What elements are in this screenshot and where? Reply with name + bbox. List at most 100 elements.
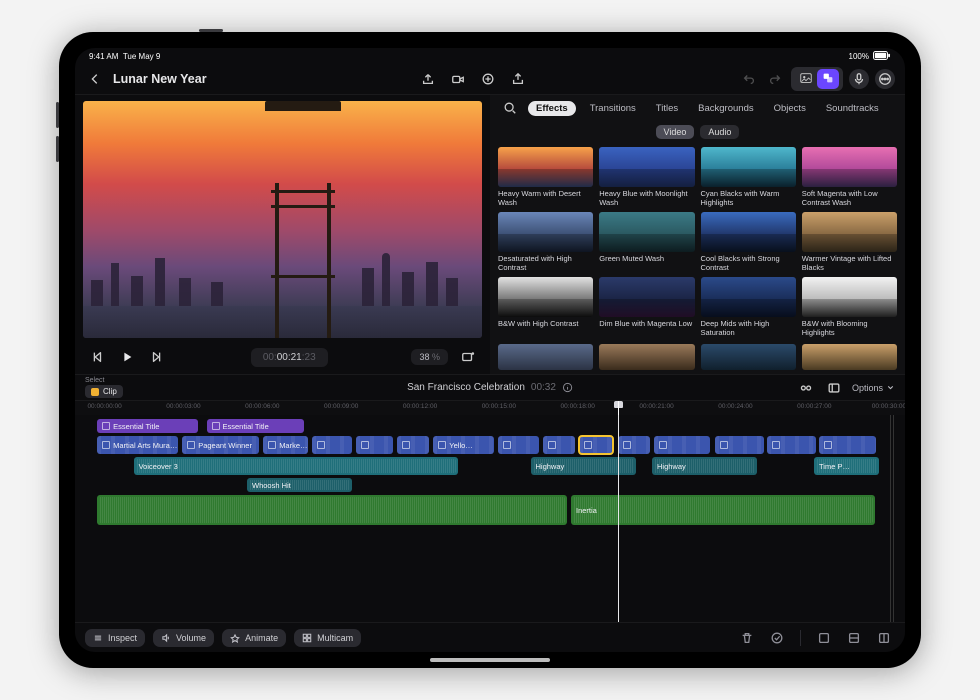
timeline-clip[interactable] xyxy=(715,436,764,454)
browser-mode-toggle[interactable] xyxy=(791,67,843,91)
layout-1-icon[interactable] xyxy=(813,627,835,649)
project-title: Lunar New Year xyxy=(113,72,207,86)
trash-icon[interactable] xyxy=(736,627,758,649)
magnetic-icon[interactable] xyxy=(796,378,816,398)
effect-thumb[interactable]: Green Muted Wash xyxy=(599,212,694,273)
layout-2-icon[interactable] xyxy=(843,627,865,649)
prev-frame-button[interactable] xyxy=(87,347,107,367)
effect-thumb[interactable]: Dim Blue with Magenta Low xyxy=(599,277,694,338)
timeline-clip[interactable]: Pageant Winner xyxy=(182,436,259,454)
timeline-clip[interactable]: Martial Arts Mura… xyxy=(97,436,178,454)
lane-sfx: Whoosh Hit xyxy=(85,478,895,492)
tab-backgrounds[interactable]: Backgrounds xyxy=(692,101,759,116)
subtab-video[interactable]: Video xyxy=(656,125,695,139)
multicam-button[interactable]: Multicam xyxy=(294,629,361,647)
timeline-title: San Francisco Celebration00:32 xyxy=(407,382,573,393)
viewer-canvas[interactable] xyxy=(83,101,482,338)
volume-button[interactable]: Volume xyxy=(153,629,214,647)
effect-thumb[interactable]: Heavy Warm with Desert Wash xyxy=(498,147,593,208)
enable-disable-icon[interactable] xyxy=(766,627,788,649)
timeline-clip[interactable] xyxy=(579,436,613,454)
info-icon[interactable] xyxy=(562,382,573,393)
effect-thumb[interactable]: Warmer Vintage with Lifted Blacks xyxy=(802,212,897,273)
layout-3-icon[interactable] xyxy=(873,627,895,649)
timeline-clip[interactable] xyxy=(654,436,711,454)
effect-thumb[interactable]: Soft Magenta with Low Contrast Wash xyxy=(802,147,897,208)
timeline-clip[interactable] xyxy=(498,436,539,454)
tab-effects[interactable]: Effects xyxy=(528,101,576,116)
effect-thumb[interactable] xyxy=(599,344,694,370)
effect-label: Dim Blue with Magenta Low xyxy=(599,320,694,338)
mic-icon[interactable] xyxy=(849,69,869,89)
voiceover-icon[interactable] xyxy=(478,69,498,89)
timeline-clip[interactable]: Highway xyxy=(531,457,636,475)
ruler-tick: 00:00:03:00 xyxy=(166,403,200,410)
effect-thumb[interactable]: B&W with Blooming Highlights xyxy=(802,277,897,338)
redo-icon[interactable] xyxy=(765,69,785,89)
back-button[interactable] xyxy=(85,69,105,89)
ruler-tick: 00:00:30:00 xyxy=(872,403,905,410)
animate-button[interactable]: Animate xyxy=(222,629,286,647)
effect-thumb[interactable]: Heavy Blue with Moonlight Wash xyxy=(599,147,694,208)
timeline-index-icon[interactable] xyxy=(824,378,844,398)
timeline-end xyxy=(890,415,896,622)
search-icon[interactable] xyxy=(500,98,520,118)
tab-titles[interactable]: Titles xyxy=(650,101,684,116)
effect-thumb[interactable]: Cyan Blacks with Warm Highlights xyxy=(701,147,796,208)
play-button[interactable] xyxy=(117,347,137,367)
timeline-clip[interactable] xyxy=(97,495,567,525)
effect-thumb[interactable]: Deep Mids with High Saturation xyxy=(701,277,796,338)
timeline-clip[interactable] xyxy=(618,436,650,454)
timeline-clip[interactable] xyxy=(312,436,353,454)
ruler-tick: 00:00:18:00 xyxy=(561,403,595,410)
timeline-clip[interactable] xyxy=(356,436,392,454)
inspect-button[interactable]: Inspect xyxy=(85,629,145,647)
effects-mode-icon[interactable] xyxy=(817,69,839,89)
effect-label: Cyan Blacks with Warm Highlights xyxy=(701,190,796,208)
options-menu[interactable]: Options xyxy=(852,383,895,393)
subtab-audio[interactable]: Audio xyxy=(700,125,739,139)
playhead-line[interactable] xyxy=(618,415,619,622)
effect-thumb[interactable]: Cool Blacks with Strong Contrast xyxy=(701,212,796,273)
effect-label: Heavy Warm with Desert Wash xyxy=(498,190,593,208)
timeline-tracks[interactable]: Essential Title Essential Title Martial A… xyxy=(75,415,905,622)
timeline-clip[interactable]: Whoosh Hit xyxy=(247,478,352,492)
export-icon[interactable] xyxy=(418,69,438,89)
timeline-clip[interactable] xyxy=(543,436,575,454)
effect-thumb[interactable] xyxy=(701,344,796,370)
share-icon[interactable] xyxy=(508,69,528,89)
next-frame-button[interactable] xyxy=(147,347,167,367)
timeline-clip[interactable]: Essential Title xyxy=(97,419,198,433)
lane-titles: Essential Title Essential Title xyxy=(85,419,895,433)
undo-icon[interactable] xyxy=(739,69,759,89)
viewer-panel: 00:00:21:23 38 % xyxy=(75,95,490,374)
timeline-clip[interactable] xyxy=(767,436,816,454)
timeline-clip[interactable]: Highway xyxy=(652,457,757,475)
media-mode-icon[interactable] xyxy=(795,69,817,89)
effect-thumb[interactable] xyxy=(802,344,897,370)
effect-thumb[interactable] xyxy=(498,344,593,370)
effect-thumb[interactable]: Desaturated with High Contrast xyxy=(498,212,593,273)
battery-text: 100% xyxy=(849,52,869,61)
timeline-clip[interactable]: Essential Title xyxy=(207,419,304,433)
timeline-clip[interactable]: Marke… xyxy=(263,436,308,454)
timeline-ruler[interactable]: 00:00:00:0000:00:03:0000:00:06:0000:00:0… xyxy=(75,401,905,415)
timeline-clip[interactable]: Voiceover 3 xyxy=(134,457,458,475)
more-icon[interactable] xyxy=(875,69,895,89)
timeline-clip[interactable]: Yello… xyxy=(433,436,494,454)
view-options-icon[interactable] xyxy=(458,347,478,367)
timeline-clip[interactable]: Time P… xyxy=(814,457,879,475)
timeline-clip[interactable] xyxy=(397,436,429,454)
status-date: Tue May 9 xyxy=(123,52,161,61)
effect-thumb[interactable]: B&W with High Contrast xyxy=(498,277,593,338)
clip-chip[interactable]: Clip xyxy=(85,385,123,398)
timecode-display[interactable]: 00:00:21:23 xyxy=(251,348,328,367)
camera-icon[interactable] xyxy=(448,69,468,89)
timeline-clip[interactable]: Inertia xyxy=(571,495,875,525)
tab-objects[interactable]: Objects xyxy=(768,101,812,116)
tab-soundtracks[interactable]: Soundtracks xyxy=(820,101,885,116)
ruler-tick: 00:00:12:00 xyxy=(403,403,437,410)
tab-transitions[interactable]: Transitions xyxy=(584,101,642,116)
zoom-level[interactable]: 38 % xyxy=(411,349,448,365)
timeline-clip[interactable] xyxy=(819,436,876,454)
